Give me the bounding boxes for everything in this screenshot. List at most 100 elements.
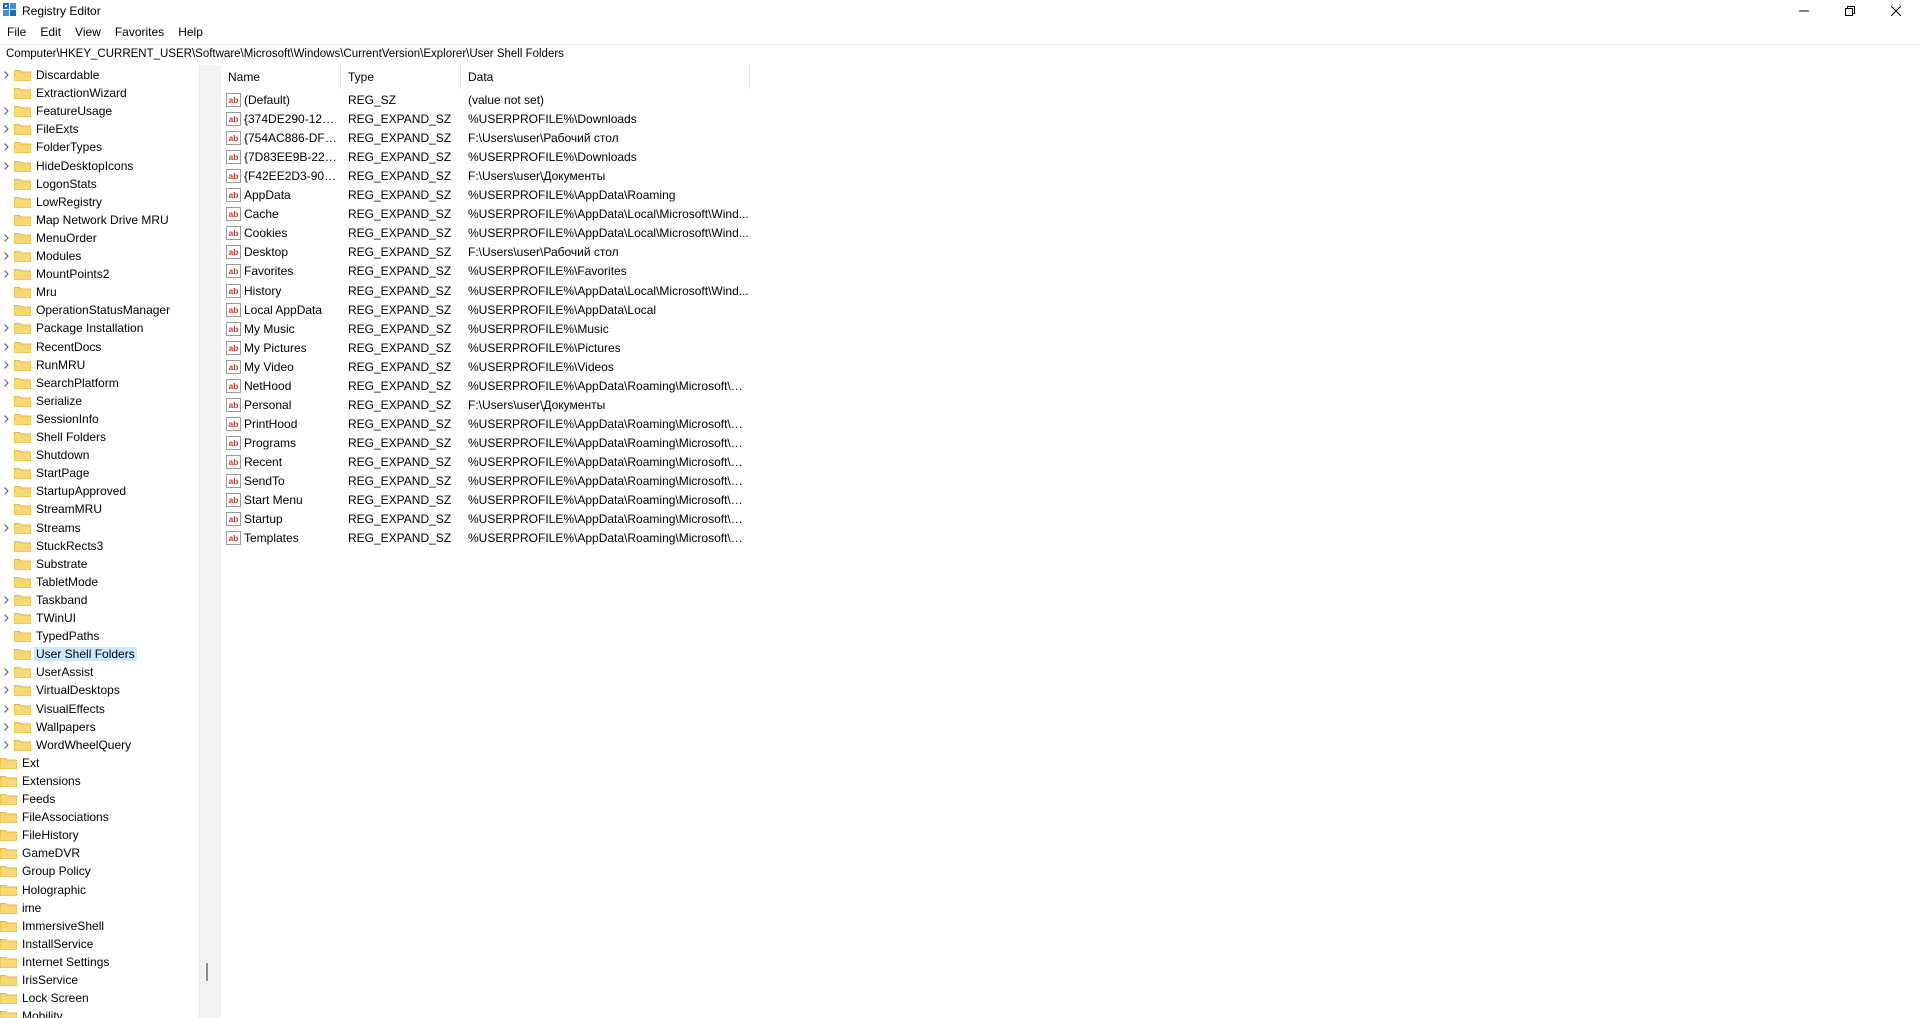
tree-item[interactable]: MountPoints2 [2,265,109,283]
value-row[interactable]: ab {374DE290-123F... REG_EXPAND_SZ %USERPRO… [221,110,750,129]
tree-item[interactable]: Mru [2,283,57,301]
tree-item-label[interactable]: Streams [36,521,81,535]
tree-item[interactable]: Substrate [2,555,87,573]
value-row[interactable]: ab Start Menu REG_EXPAND_SZ %USERPROFILE%\A… [221,491,750,510]
tree-expander[interactable] [2,229,10,247]
tree-item[interactable]: LowRegistry [2,193,102,211]
chevron-right-icon[interactable] [3,378,9,387]
tree-item-label[interactable]: Mru [36,285,57,299]
chevron-right-icon[interactable] [3,252,9,260]
tree-item[interactable]: Ext [0,754,39,772]
value-row[interactable]: ab SendTo REG_EXPAND_SZ %USERPROFILE%\AppDa… [221,472,750,491]
value-row[interactable]: ab {F42EE2D3-909F... REG_EXPAND_SZ F:\Users… [221,167,750,186]
value-row[interactable]: ab Recent REG_EXPAND_SZ %USERPROFILE%\AppDa… [221,453,750,472]
tree-item-label[interactable]: Mobility [22,1009,63,1018]
value-row[interactable]: ab NetHood REG_EXPAND_SZ %USERPROFILE%\AppD… [221,377,750,396]
tree-item-label[interactable]: StartPage [36,466,89,480]
tree-item-label[interactable]: Serialize [36,394,82,408]
tree-item-label[interactable]: Map Network Drive MRU [36,213,169,227]
tree-item[interactable]: FeatureUsage [2,102,112,120]
tree-item[interactable]: Internet Settings [0,953,109,971]
tree-item[interactable]: Discardable [2,66,99,84]
tree-expander[interactable] [2,157,10,175]
tree-item[interactable]: Mobility [0,1007,63,1018]
tree-item-label[interactable]: IrisService [22,973,78,987]
column-header-data[interactable]: Data [461,65,750,89]
menu-favorites[interactable]: Favorites [108,22,171,42]
tree-item[interactable]: LogonStats [2,175,97,193]
menu-edit[interactable]: Edit [33,22,68,42]
chevron-right-icon[interactable] [3,704,9,713]
tree-item-label[interactable]: ImmersiveShell [22,919,104,933]
tree-item[interactable]: InstallService [0,935,93,953]
menu-help[interactable]: Help [171,22,210,42]
tree-expander[interactable] [2,591,10,609]
tree-item[interactable]: Map Network Drive MRU [2,211,169,229]
chevron-right-icon[interactable] [3,107,9,116]
key-tree[interactable]: Discardable ExtractionWizard FeatureUsage F… [0,65,199,1018]
value-row[interactable]: ab Desktop REG_EXPAND_SZ F:\Users\user\Рабо… [221,243,750,262]
tree-item-label[interactable]: FolderTypes [36,140,102,154]
tree-item-label[interactable]: SessionInfo [36,412,99,426]
chevron-right-icon[interactable] [3,234,9,242]
tree-item[interactable]: TypedPaths [2,627,99,645]
tree-item[interactable]: FileAssociations [0,808,109,826]
tree-item[interactable]: SessionInfo [2,410,99,428]
value-row[interactable]: ab Cache REG_EXPAND_SZ %USERPROFILE%\AppDat… [221,205,750,224]
tree-item[interactable]: Extensions [0,772,81,790]
tree-item-label[interactable]: InstallService [22,937,93,951]
tree-expander[interactable] [2,338,10,356]
value-list[interactable]: Name Type Data ab (Default) REG_SZ (value n… [221,65,1919,1018]
tree-item-label[interactable]: Substrate [36,557,87,571]
tree-item[interactable]: Group Policy [0,862,91,880]
tree-expander[interactable] [2,609,10,627]
tree-item-label[interactable]: Holographic [22,883,86,897]
tree-item[interactable]: WordWheelQuery [2,736,131,754]
tree-item-label[interactable]: Modules [36,249,81,263]
column-header-type[interactable]: Type [341,65,461,89]
tree-item[interactable]: Shell Folders [2,428,106,446]
tree-item-label[interactable]: LowRegistry [36,195,102,209]
tree-item[interactable]: FileHistory [0,826,79,844]
tree-item-label[interactable]: FileHistory [22,828,79,842]
tree-item[interactable]: Lock Screen [0,989,89,1007]
value-row[interactable]: ab History REG_EXPAND_SZ %USERPROFILE%\AppD… [221,282,750,301]
tree-item[interactable]: Serialize [2,392,82,410]
tree-item[interactable]: FileExts [2,120,79,138]
tree-item[interactable]: RunMRU [2,356,85,374]
tree-item-label[interactable]: SearchPlatform [36,376,119,390]
tree-expander[interactable] [2,247,10,265]
value-row[interactable]: ab Cookies REG_EXPAND_SZ %USERPROFILE%\AppD… [221,224,750,243]
tree-item-label[interactable]: MenuOrder [36,231,97,245]
tree-scrollbar[interactable] [199,65,217,1018]
value-row[interactable]: ab My Pictures REG_EXPAND_SZ %USERPROFILE%\… [221,339,750,358]
tree-item-label[interactable]: MountPoints2 [36,267,109,281]
tree-item-label[interactable]: Wallpapers [36,720,96,734]
chevron-right-icon[interactable] [3,324,9,333]
tree-item[interactable]: User Shell Folders [2,645,137,663]
tree-item-label[interactable]: User Shell Folders [34,647,137,662]
tree-item-label[interactable]: Shell Folders [36,430,106,444]
tree-expander[interactable] [2,120,10,138]
tree-item-label[interactable]: StreamMRU [36,502,102,516]
tree-item[interactable]: Package Installation [2,319,143,337]
tree-item[interactable]: TabletMode [2,573,98,591]
value-row[interactable]: ab My Video REG_EXPAND_SZ %USERPROFILE%\Vid… [221,358,750,377]
tree-item-label[interactable]: TabletMode [36,575,98,589]
value-row[interactable]: ab My Music REG_EXPAND_SZ %USERPROFILE%\Mus… [221,320,750,339]
tree-item-label[interactable]: RecentDocs [36,340,101,354]
tree-item-label[interactable]: FeatureUsage [36,104,112,118]
value-row[interactable]: ab Startup REG_EXPAND_SZ %USERPROFILE%\AppD… [221,510,750,529]
tree-item[interactable]: OperationStatusManager [2,301,170,319]
tree-item-label[interactable]: FileExts [36,122,79,136]
value-row[interactable]: ab Programs REG_EXPAND_SZ %USERPROFILE%\App… [221,434,750,453]
tree-item[interactable]: Taskband [2,591,87,609]
value-row[interactable]: ab Personal REG_EXPAND_SZ F:\Users\user\Док… [221,396,750,415]
tree-item[interactable]: StuckRects3 [2,537,103,555]
minimize-button[interactable] [1781,0,1827,22]
chevron-right-icon[interactable] [3,487,9,496]
tree-item[interactable]: Modules [2,247,81,265]
chevron-right-icon[interactable] [3,686,9,695]
tree-item[interactable]: UserAssist [2,663,93,681]
tree-item-label[interactable]: GameDVR [22,846,80,860]
